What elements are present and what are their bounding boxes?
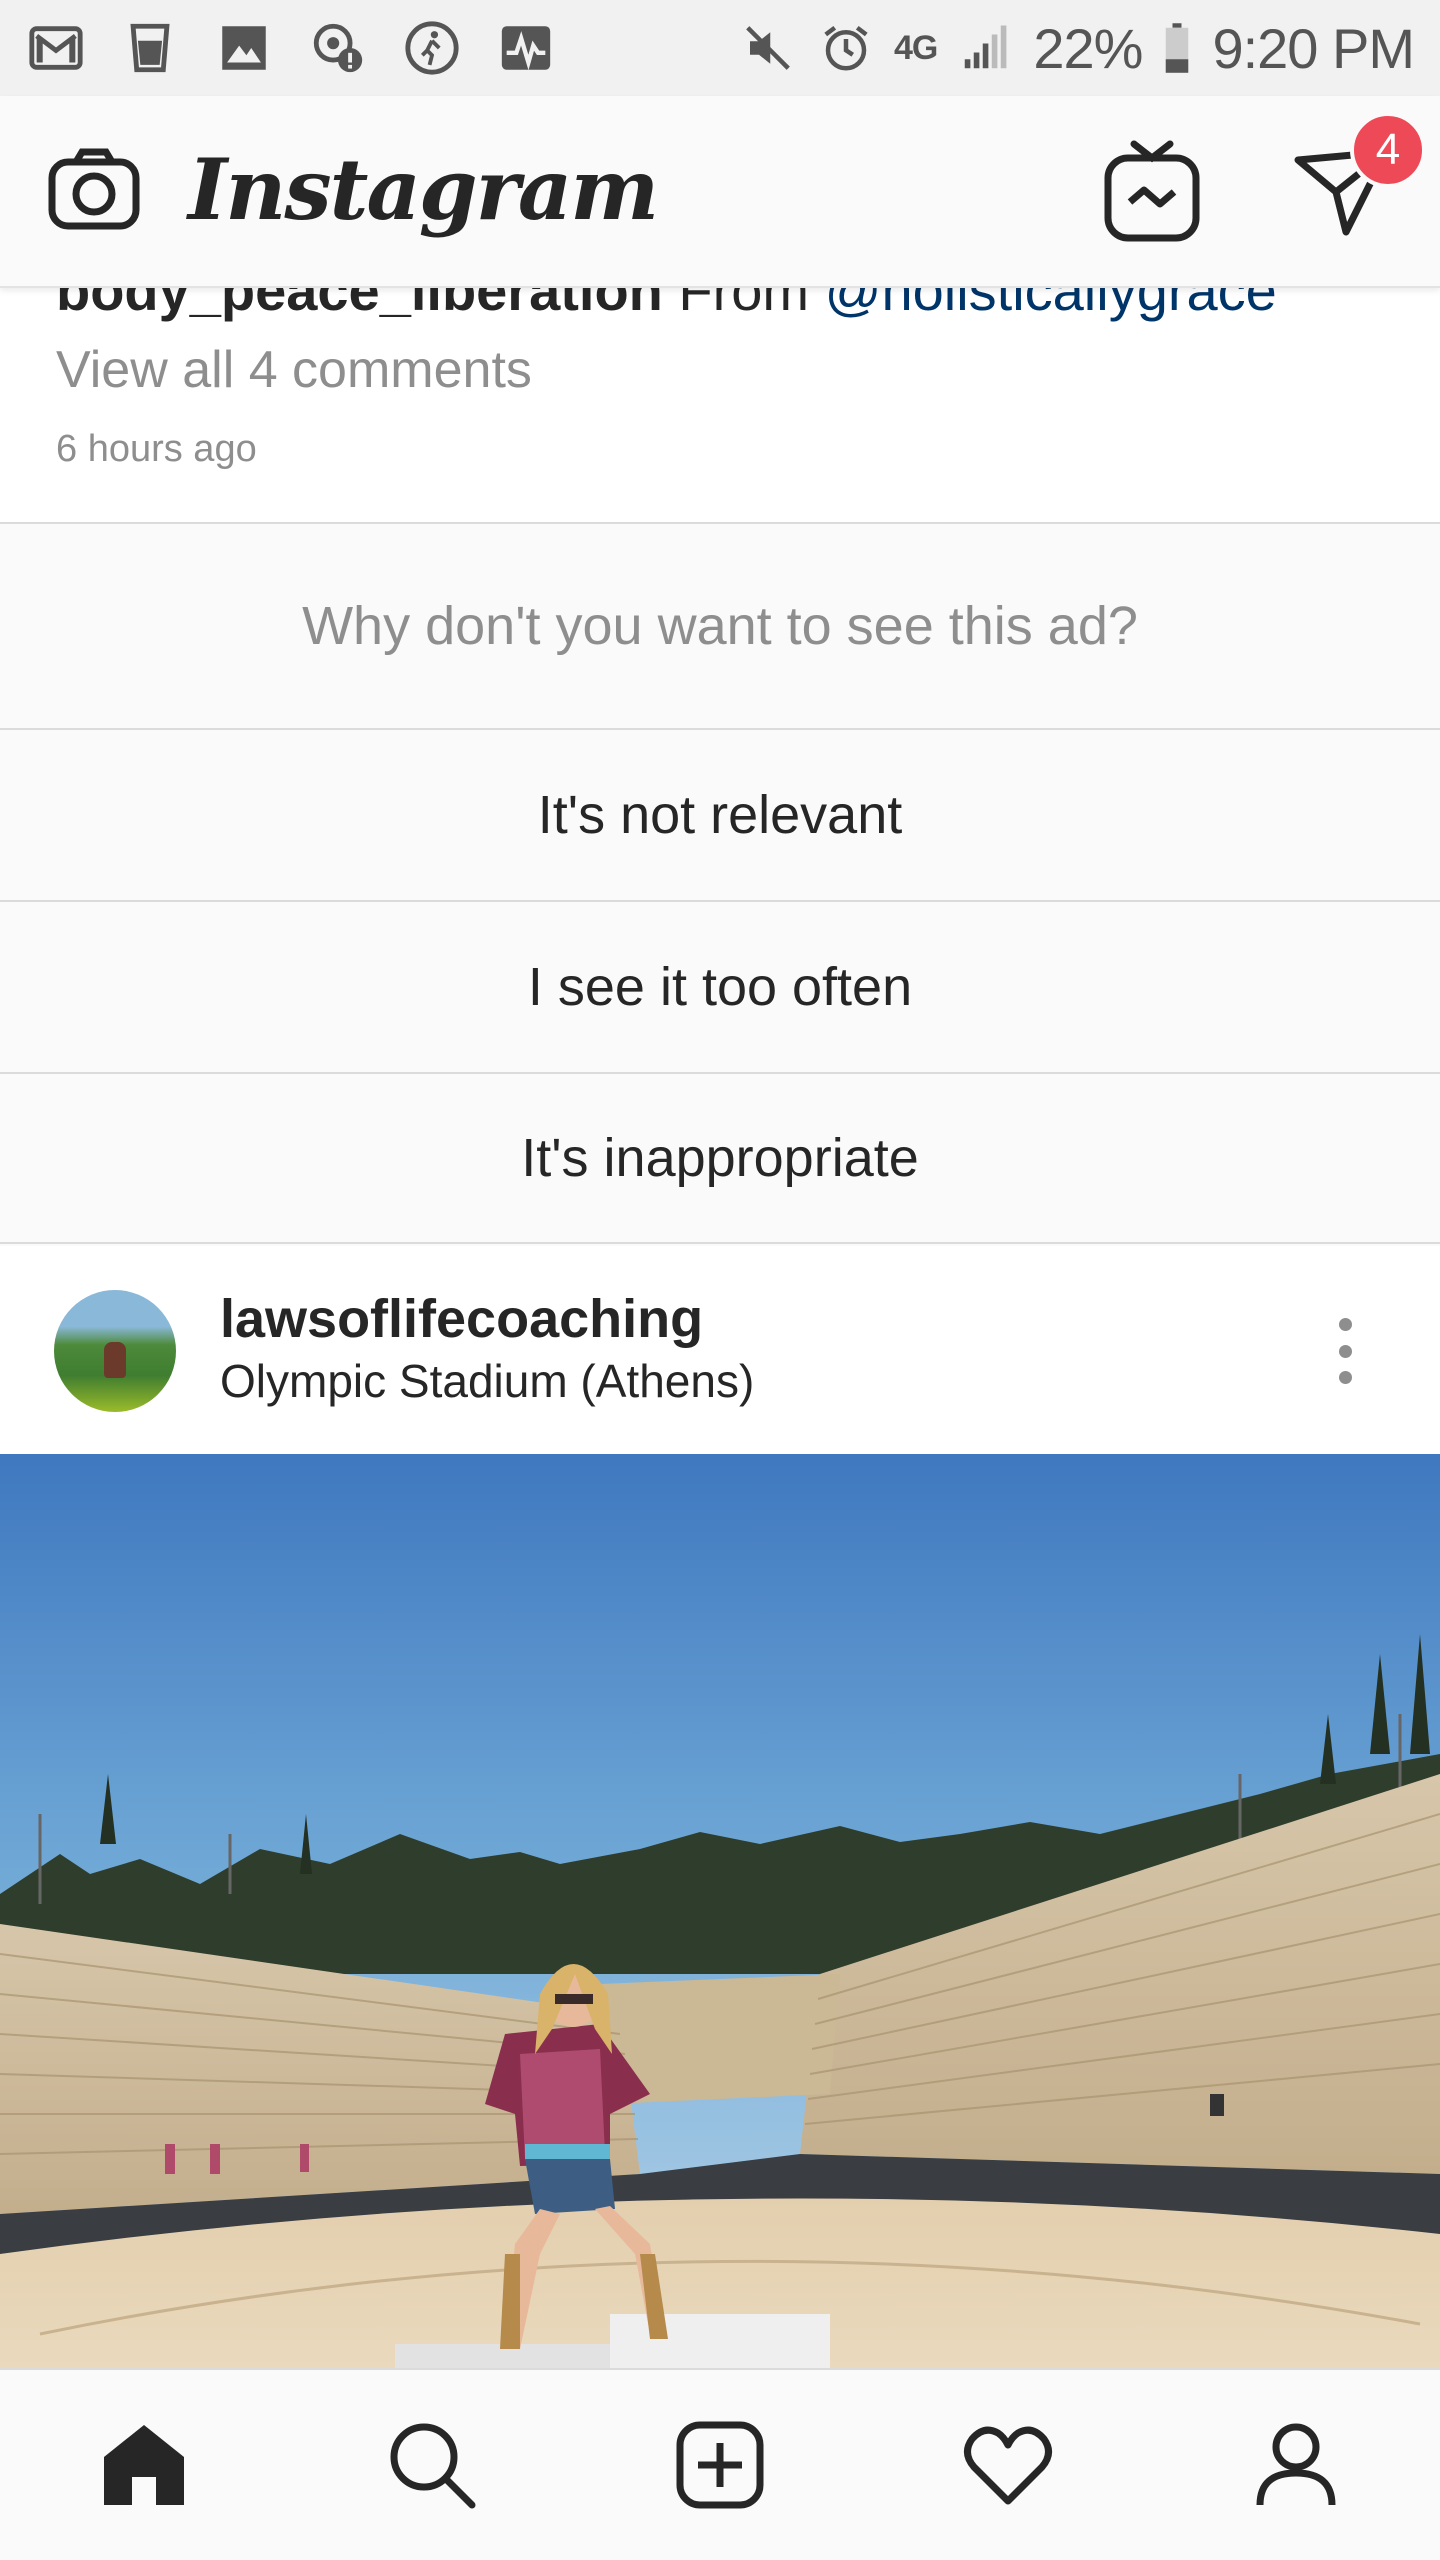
hide-ad-menu: Why don't you want to see this ad? It's …: [0, 522, 1440, 1246]
previous-post-footer: body_peace_liberation From @holistically…: [0, 288, 1440, 522]
home-icon[interactable]: [89, 2410, 199, 2520]
gmail-icon: [26, 18, 86, 78]
battery-percent: 22%: [1033, 16, 1143, 80]
app-header: Instagram 4: [0, 96, 1440, 288]
clock: 9:20 PM: [1212, 16, 1415, 80]
option-see-too-often[interactable]: I see it too often: [0, 900, 1440, 1072]
igtv-icon[interactable]: [1100, 136, 1204, 246]
camera-icon[interactable]: [46, 142, 142, 238]
post-timestamp: 6 hours ago: [56, 428, 257, 470]
post-location[interactable]: Olympic Stadium (Athens): [220, 1354, 754, 1408]
gallery-icon: [214, 18, 274, 78]
post-caption: body_peace_liberation From @holistically…: [56, 288, 1277, 323]
view-comments-link[interactable]: View all 4 comments: [56, 340, 532, 400]
mute-icon: [738, 18, 798, 78]
caption-text: From: [662, 288, 825, 322]
caption-mention[interactable]: @holisticallygrace: [825, 288, 1277, 322]
option-inappropriate[interactable]: It's inappropriate: [0, 1072, 1440, 1244]
search-icon[interactable]: [377, 2410, 487, 2520]
post-header: lawsoflifecoaching Olympic Stadium (Athe…: [0, 1246, 1440, 1454]
direct-badge: 4: [1350, 112, 1426, 188]
more-options-icon[interactable]: [1320, 1306, 1370, 1396]
new-post-icon[interactable]: [665, 2410, 775, 2520]
hide-ad-question: Why don't you want to see this ad?: [0, 522, 1440, 728]
signal-icon: [955, 18, 1015, 78]
bottom-nav: [0, 2368, 1440, 2560]
pulse-icon: [496, 18, 556, 78]
caption-username[interactable]: body_peace_liberation: [56, 288, 663, 322]
option-not-relevant[interactable]: It's not relevant: [0, 728, 1440, 900]
network-type: 4G: [893, 28, 938, 67]
instagram-logo[interactable]: Instagram: [188, 140, 659, 239]
post-image[interactable]: [0, 1454, 1440, 2368]
walking-icon: [402, 18, 462, 78]
profile-icon[interactable]: [1241, 2410, 1351, 2520]
status-bar: 4G 22% 9:20 PM: [0, 0, 1440, 96]
cup-icon: [120, 18, 180, 78]
battery-icon: [1160, 18, 1194, 78]
alarm-icon: [816, 18, 876, 78]
post-username[interactable]: lawsoflifecoaching: [220, 1288, 703, 1350]
activity-icon[interactable]: [953, 2410, 1063, 2520]
avatar[interactable]: [54, 1290, 176, 1412]
location-alert-icon: [308, 18, 368, 78]
